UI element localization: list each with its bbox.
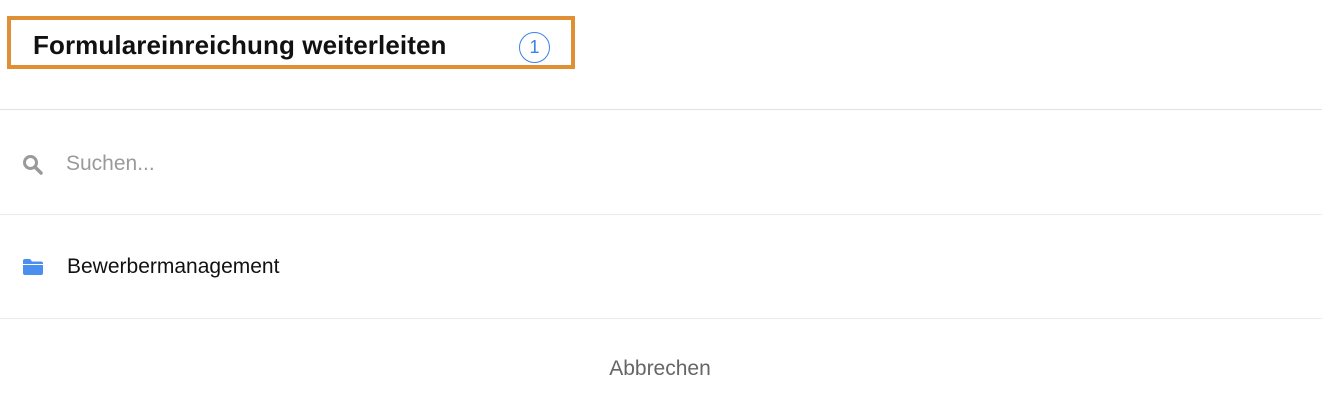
dialog-footer: Abbrechen [0,319,1322,408]
dialog-header: Formulareinreichung weiterleiten 1 [0,0,1322,110]
search-icon [22,154,44,176]
folder-label: Bewerbermanagement [67,255,280,278]
folder-item-bewerbermanagement[interactable]: Bewerbermanagement [0,215,1322,319]
dialog-title: Formulareinreichung weiterleiten [33,30,447,60]
step-number-badge: 1 [519,32,550,63]
cancel-button[interactable]: Abbrechen [560,349,760,389]
search-input[interactable] [56,146,656,182]
title-highlight-box: Formulareinreichung weiterleiten 1 [7,16,575,69]
folder-icon [22,258,44,276]
search-bar [0,110,1322,215]
